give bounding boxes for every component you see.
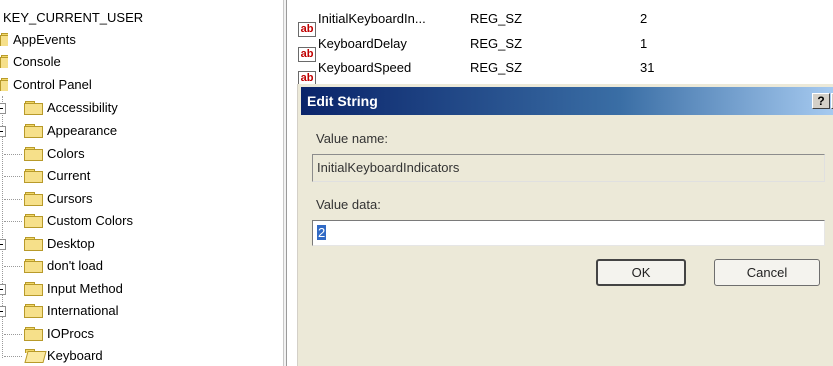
help-icon: ? — [817, 94, 825, 108]
registry-tree: KEY_CURRENT_USER AppEvents Console Contr… — [0, 0, 282, 366]
tree-item-custom-colors[interactable]: Custom Colors — [0, 211, 133, 231]
tree-connector — [4, 199, 22, 200]
expand-icon[interactable] — [0, 239, 6, 250]
value-data-text: 2 — [317, 225, 327, 240]
tree-item-label: Custom Colors — [47, 213, 133, 228]
tree-item-accessibility[interactable]: Accessibility — [0, 98, 118, 118]
tree-item-ioprocs[interactable]: IOProcs — [0, 324, 94, 344]
tree-item-appearance[interactable]: Appearance — [0, 121, 117, 141]
folder-icon — [24, 124, 43, 138]
value-data-input[interactable]: 2 — [312, 220, 825, 246]
tree-item-label: Appearance — [47, 123, 118, 138]
value-data: 1 — [640, 36, 648, 51]
folder-icon — [24, 192, 43, 206]
tree-item-input-method[interactable]: Input Method — [0, 279, 123, 299]
ok-button[interactable]: OK — [596, 259, 686, 286]
help-button[interactable]: ? — [812, 93, 830, 109]
tree-item-appevents[interactable]: AppEvents — [0, 30, 76, 50]
value-name: KeyboardDelay — [318, 36, 407, 51]
tree-item-current[interactable]: Current — [0, 166, 90, 186]
value-name-label: Value name: — [316, 131, 389, 146]
expand-icon[interactable] — [0, 126, 6, 137]
tree-root-key-current-user[interactable]: KEY_CURRENT_USER — [3, 8, 143, 28]
folder-icon — [24, 101, 43, 115]
folder-icon — [24, 147, 43, 161]
value-type: REG_SZ — [470, 36, 523, 51]
tree-item-keyboard[interactable]: Keyboard — [0, 346, 103, 366]
tree-item-label: Colors — [47, 146, 85, 161]
folder-icon — [0, 55, 8, 68]
tree-item-label: Console — [13, 54, 61, 69]
tree-connector — [4, 266, 22, 267]
expand-icon[interactable] — [0, 103, 6, 114]
tree-connector — [4, 176, 22, 177]
folder-icon — [0, 78, 8, 91]
tree-item-console[interactable]: Console — [0, 52, 61, 72]
tree-item-label: AppEvents — [13, 32, 76, 47]
tree-item-label: IOProcs — [47, 326, 94, 341]
folder-icon — [24, 214, 43, 228]
tree-item-label: Control Panel — [13, 77, 92, 92]
value-name: KeyboardSpeed — [318, 60, 412, 75]
tree-item-colors[interactable]: Colors — [0, 144, 85, 164]
folder-icon — [24, 282, 43, 296]
tree-connector — [4, 221, 22, 222]
edit-string-dialog: Edit String ? X Value name: InitialKeybo… — [297, 84, 833, 366]
value-data: 2 — [640, 11, 648, 26]
tree-item-label: Desktop — [47, 236, 95, 251]
value-name-text: InitialKeyboardIndicators — [317, 160, 460, 175]
value-name-field: InitialKeyboardIndicators — [312, 154, 825, 182]
expand-icon[interactable] — [0, 284, 6, 295]
tree-item-label: Current — [47, 168, 91, 183]
value-data-label: Value data: — [316, 197, 381, 212]
folder-icon — [0, 33, 8, 46]
tree-item-label: International — [47, 303, 119, 318]
folder-icon — [24, 259, 43, 273]
tree-item-cursors[interactable]: Cursors — [0, 189, 93, 209]
folder-icon — [24, 169, 43, 183]
tree-connector — [4, 356, 22, 357]
value-name: InitialKeyboardIn... — [318, 11, 426, 26]
value-data: 31 — [640, 60, 655, 75]
cancel-button[interactable]: Cancel — [714, 259, 820, 286]
value-row[interactable]: abInitialKeyboardIn... REG_SZ 2 — [298, 8, 647, 37]
tree-item-label: don't load — [47, 258, 103, 273]
value-type: REG_SZ — [470, 11, 523, 26]
tree-root-label: KEY_CURRENT_USER — [3, 10, 144, 25]
value-row[interactable]: abKeyboardSpeed REG_SZ 31 — [298, 57, 654, 86]
tree-connector — [4, 334, 22, 335]
tree-item-international[interactable]: International — [0, 301, 119, 321]
open-folder-icon — [24, 349, 42, 362]
expand-icon[interactable] — [0, 306, 6, 317]
folder-icon — [24, 304, 43, 318]
tree-item-label: Input Method — [47, 281, 123, 296]
folder-icon — [24, 327, 43, 341]
tree-item-label: Accessibility — [47, 100, 118, 115]
tree-item-control-panel[interactable]: Control Panel — [0, 75, 92, 95]
tree-item-desktop[interactable]: Desktop — [0, 234, 95, 254]
folder-icon — [24, 237, 43, 251]
tree-item-label: Keyboard — [47, 348, 103, 363]
tree-item-dont-load[interactable]: don't load — [0, 256, 103, 276]
value-type: REG_SZ — [470, 60, 523, 75]
pane-splitter[interactable] — [283, 0, 287, 366]
dialog-titlebar[interactable]: Edit String ? X — [301, 87, 833, 115]
value-row[interactable]: abKeyboardDelay REG_SZ 1 — [298, 33, 647, 62]
dialog-title: Edit String — [307, 93, 378, 109]
tree-item-label: Cursors — [47, 191, 93, 206]
tree-connector — [4, 154, 22, 155]
